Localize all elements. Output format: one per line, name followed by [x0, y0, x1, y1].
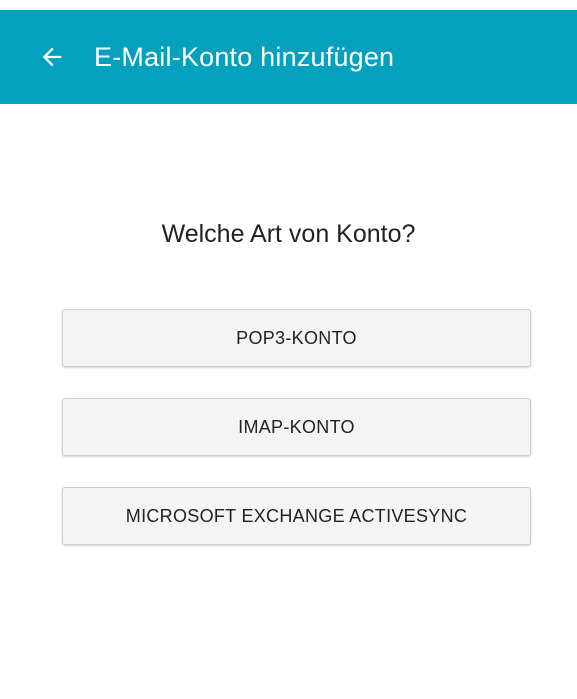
- screen: E-Mail-Konto hinzufügen Welche Art von K…: [0, 0, 577, 699]
- page-title: E-Mail-Konto hinzufügen: [94, 41, 395, 72]
- pop3-account-button[interactable]: POP3-KONTO: [62, 309, 531, 367]
- status-bar: [0, 0, 577, 10]
- imap-account-button[interactable]: IMAP-KONTO: [62, 398, 531, 456]
- exchange-activesync-button[interactable]: MICROSOFT EXCHANGE ACTIVESYNC: [62, 487, 531, 545]
- account-type-question: Welche Art von Konto?: [161, 220, 416, 248]
- back-button[interactable]: [22, 27, 82, 87]
- app-bar: E-Mail-Konto hinzufügen: [0, 10, 577, 104]
- arrow-left-icon: [38, 43, 66, 71]
